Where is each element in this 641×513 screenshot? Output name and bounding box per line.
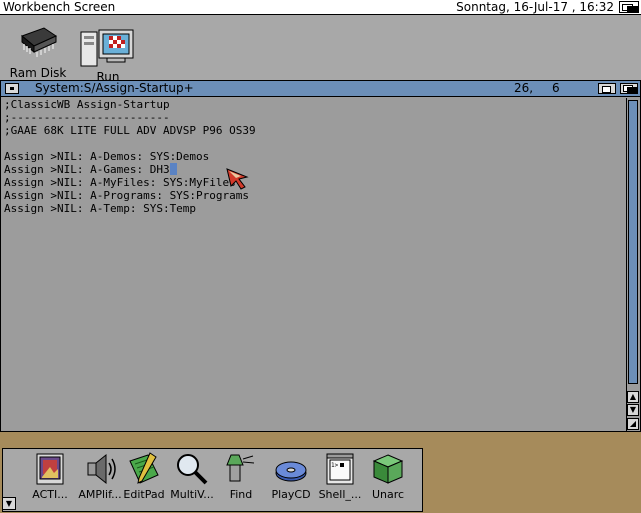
desktop-icon-label: Ram Disk xyxy=(9,66,67,80)
dock-item-amplifier[interactable]: AMPlif... xyxy=(75,451,125,501)
editor-line: ;------------------------ xyxy=(4,111,170,124)
desktop-icon-ram-disk[interactable]: Ram Disk xyxy=(8,22,68,80)
dock-item-label: Unarc xyxy=(371,488,405,501)
dock-item-editpad[interactable]: EditPad xyxy=(119,451,169,501)
editor-line: Assign >NIL: A-Demos: SYS:Demos xyxy=(4,150,210,163)
speaker-icon xyxy=(87,453,116,485)
shell-window-icon: 1> xyxy=(326,453,354,485)
screen-depth-gadget[interactable] xyxy=(619,1,639,13)
window-depth-gadget[interactable] xyxy=(620,83,638,94)
editor-line: Assign >NIL: A-MyFiles: SYS:MyFiles xyxy=(4,176,236,189)
text-cursor xyxy=(169,163,177,175)
dock-item-label: PlayCD xyxy=(271,488,311,501)
desktop-icon-run[interactable]: Run xyxy=(78,26,138,84)
editor-line: Assign >NIL: A-Temp: SYS:Temp xyxy=(4,202,197,215)
dock-toggle-button[interactable]: ▼ xyxy=(2,497,16,510)
mouse-pointer-icon xyxy=(226,168,249,190)
dock-item-unarc[interactable]: Unarc xyxy=(363,451,413,501)
editor-window: System:S/Assign-Startup+ 26, 6 ;ClassicW… xyxy=(0,80,641,432)
run-icon xyxy=(80,29,134,67)
scroll-down-button[interactable]: ▼ xyxy=(627,404,639,416)
cursor-line-number: 26, xyxy=(514,81,534,95)
flashlight-icon xyxy=(226,454,255,482)
editor-line-text: Assign >NIL: A-Games: DH3 xyxy=(4,163,170,176)
cursor-column-number: 6 xyxy=(552,81,560,95)
dock-item-label: ACTI... xyxy=(32,488,68,501)
dock-item-acti[interactable]: ACTI... xyxy=(25,451,75,501)
dock-item-find[interactable]: Find xyxy=(216,451,266,501)
editor-line: ;GAAE 68K LITE FULL ADV ADVSP P96 OS39 xyxy=(4,124,256,137)
editor-line: ;ClassicWB Assign-Startup xyxy=(4,98,170,111)
app-dock: ACTI... AMPlif... EditPad MultiV... Find… xyxy=(2,448,423,512)
dock-item-playcd[interactable]: PlayCD xyxy=(266,451,316,501)
cube-icon xyxy=(372,454,404,484)
screen-title: Workbench Screen xyxy=(3,0,116,14)
editor-line-with-cursor: Assign >NIL: A-Games: DH3 xyxy=(4,163,624,176)
notepad-pencil-icon xyxy=(129,452,159,484)
window-title-bar[interactable]: System:S/Assign-Startup+ 26, 6 xyxy=(1,81,640,97)
screen-clock: Sonntag, 16-Jul-17 , 16:32 xyxy=(456,0,614,14)
acti-icon xyxy=(36,453,64,485)
dock-item-label: Find xyxy=(229,488,253,501)
close-gadget[interactable] xyxy=(5,83,19,94)
svg-text:1>: 1> xyxy=(331,462,339,469)
dock-item-shell[interactable]: 1> Shell_... xyxy=(315,451,365,501)
zoom-gadget[interactable] xyxy=(598,83,616,94)
scroll-up-button[interactable]: ▲ xyxy=(627,391,639,403)
editor-line: Assign >NIL: A-Programs: SYS:Programs xyxy=(4,189,250,202)
vertical-scrollbar[interactable]: ▲ ▼ ◢ xyxy=(626,98,639,431)
window-title: System:S/Assign-Startup+ xyxy=(35,81,194,95)
screen-title-bar: Workbench Screen Sonntag, 16-Jul-17 , 16… xyxy=(0,0,641,15)
dock-item-label: MultiV... xyxy=(170,488,214,501)
dock-item-multiview[interactable]: MultiV... xyxy=(167,451,217,501)
text-editor-area[interactable]: ;ClassicWB Assign-Startup ;-------------… xyxy=(4,98,624,428)
dock-item-label: AMPlif... xyxy=(78,488,122,501)
magnifier-icon xyxy=(177,454,208,485)
dock-item-label: EditPad xyxy=(123,488,165,501)
size-gadget[interactable]: ◢ xyxy=(627,418,639,430)
scrollbar-knob[interactable] xyxy=(628,100,638,384)
cd-icon xyxy=(275,461,307,482)
ram-disk-icon xyxy=(21,27,58,57)
dock-item-label: Shell_... xyxy=(318,488,362,501)
